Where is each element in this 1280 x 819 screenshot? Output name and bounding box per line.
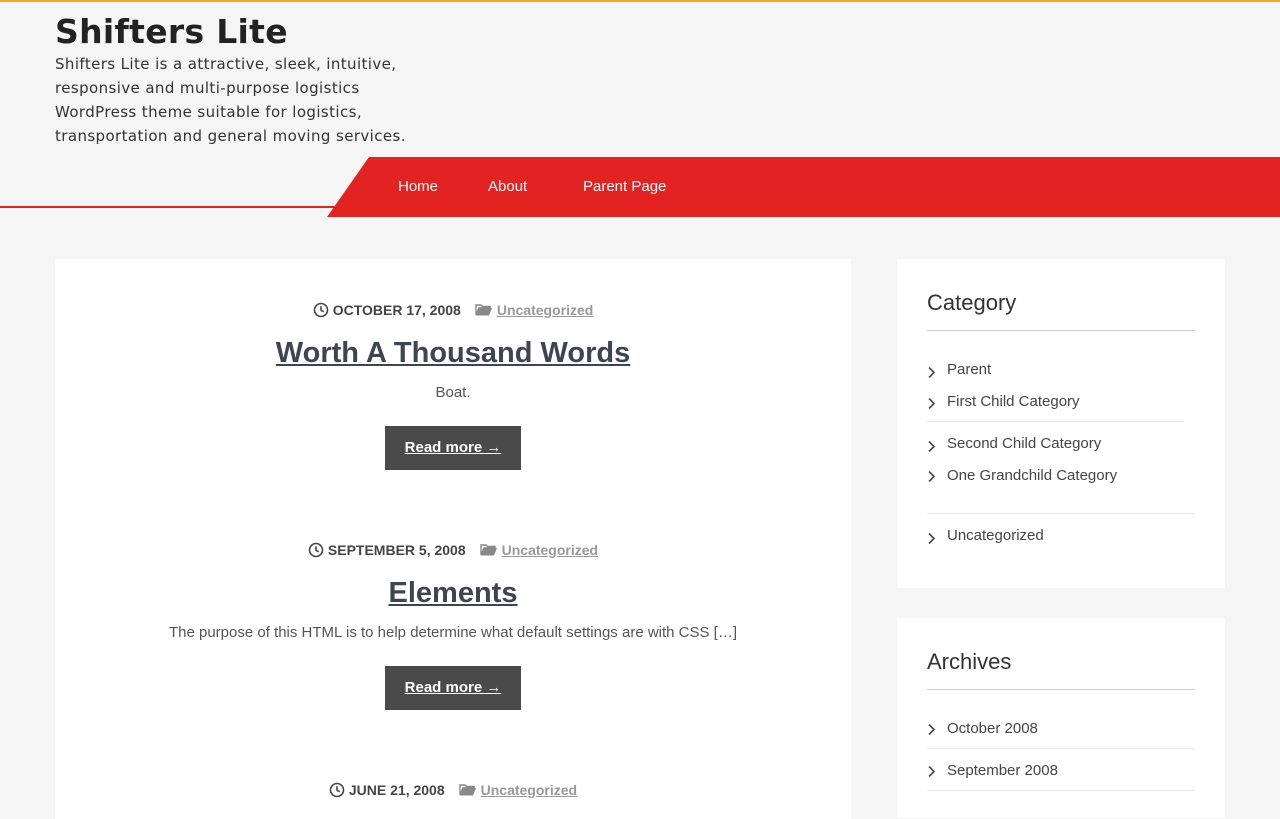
category-item-label: Second Child Category <box>947 435 1102 452</box>
category-item-label: Uncategorized <box>947 527 1044 544</box>
site-title[interactable]: Shifters Lite <box>55 12 415 52</box>
folder-icon <box>458 784 476 796</box>
category-item-uncategorized[interactable]: Uncategorized <box>927 525 1195 557</box>
category-item-first-child[interactable]: First Child Category <box>927 391 1184 422</box>
post-date: SEPTEMBER 5, 2008 <box>327 542 466 558</box>
category-item-label: Parent <box>947 361 992 378</box>
nav-item-about[interactable]: About <box>488 157 527 217</box>
archive-item-label: October 2008 <box>947 720 1038 737</box>
post-meta: JUNE 21, 2008 Uncategorized <box>55 779 851 801</box>
chevron-right-icon <box>928 470 936 483</box>
post-category-link[interactable]: Uncategorized <box>481 782 577 798</box>
category-item-second-child[interactable]: Second Child Category <box>927 433 1195 465</box>
read-more-button[interactable]: Read more → <box>385 666 521 710</box>
clock-icon <box>308 542 324 558</box>
post-date: JUNE 21, 2008 <box>348 782 445 798</box>
chevron-right-icon <box>928 765 936 778</box>
post-meta: OCTOBER 17, 2008 Uncategorized <box>55 299 851 321</box>
folder-icon <box>479 544 497 556</box>
read-more-button[interactable]: Read more → <box>385 426 521 470</box>
archives-widget: Archives October 2008 September 2008 <box>897 618 1225 818</box>
category-item-label: First Child Category <box>947 393 1080 410</box>
nav-item-home[interactable]: Home <box>398 157 438 217</box>
post-title-link[interactable]: Worth A Thousand Words <box>276 333 630 373</box>
category-item-label: One Grandchild Category <box>947 467 1118 484</box>
main-navigation: Home About Parent Page <box>327 157 1280 217</box>
post-title-link[interactable]: Elements <box>389 573 518 613</box>
chevron-right-icon <box>928 440 936 453</box>
category-widget: Category Parent First Child Category Sec… <box>897 259 1225 588</box>
post-list: OCTOBER 17, 2008 Uncategorized Worth A T… <box>55 259 851 819</box>
widget-title: Category <box>927 259 1195 331</box>
archive-item-october-2008[interactable]: October 2008 <box>927 718 1195 749</box>
chevron-right-icon <box>928 723 936 736</box>
top-accent-bar <box>0 0 1280 2</box>
chevron-right-icon <box>928 532 936 545</box>
post-meta: SEPTEMBER 5, 2008 Uncategorized <box>55 539 851 561</box>
nav-accent-line <box>0 206 340 208</box>
post-item: OCTOBER 17, 2008 Uncategorized Worth A T… <box>55 299 851 470</box>
post-excerpt: The purpose of this HTML is to help dete… <box>168 624 738 641</box>
chevron-right-icon <box>928 366 936 379</box>
category-item-grandchild[interactable]: One Grandchild Category <box>927 465 1195 514</box>
post-item: SEPTEMBER 5, 2008 Uncategorized Elements… <box>55 539 851 710</box>
nav-item-parent-page[interactable]: Parent Page <box>583 157 666 217</box>
post-category-link[interactable]: Uncategorized <box>497 302 593 318</box>
post-item: JUNE 21, 2008 Uncategorized <box>55 779 851 801</box>
archive-item-label: September 2008 <box>947 762 1058 779</box>
category-item-parent[interactable]: Parent <box>927 359 1195 391</box>
widget-title: Archives <box>927 618 1195 690</box>
site-branding: Shifters Lite Shifters Lite is a attract… <box>55 12 415 148</box>
chevron-right-icon <box>928 397 936 410</box>
site-description: Shifters Lite is a attractive, sleek, in… <box>55 55 406 145</box>
clock-icon <box>329 782 345 798</box>
clock-icon <box>313 302 328 318</box>
folder-icon <box>475 304 492 316</box>
post-excerpt: Boat. <box>435 384 471 401</box>
post-date: OCTOBER 17, 2008 <box>332 302 461 318</box>
post-category-link[interactable]: Uncategorized <box>502 542 598 558</box>
archive-item-september-2008[interactable]: September 2008 <box>927 760 1195 791</box>
